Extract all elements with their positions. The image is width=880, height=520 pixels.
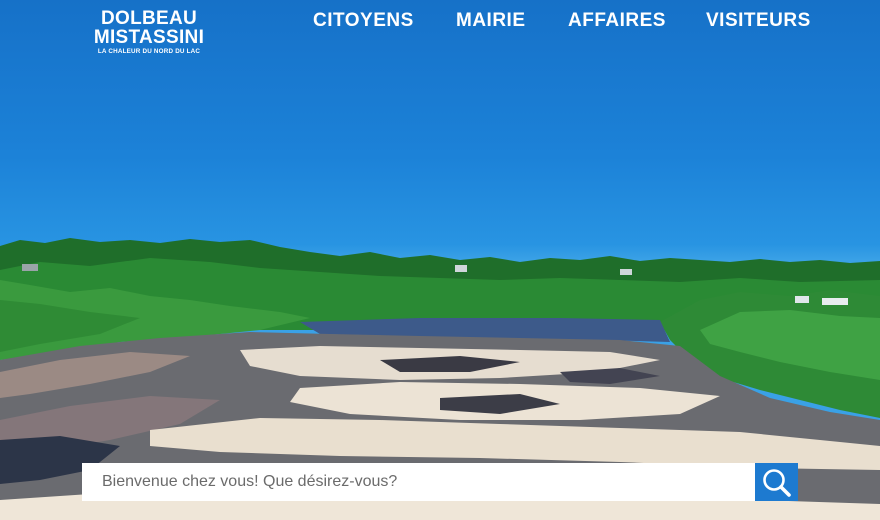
main-navigation: CITOYENS MAIRIE AFFAIRES VISITEURS [0, 10, 880, 34]
nav-item-visiteurs[interactable]: VISITEURS [706, 10, 811, 32]
search-button[interactable] [755, 463, 798, 501]
logo-tagline: LA CHALEUR DU NORD DU LAC [97, 48, 201, 55]
hero-landscape-image [0, 238, 880, 520]
search-icon [763, 469, 791, 497]
search-bar [82, 463, 798, 501]
nav-item-mairie[interactable]: MAIRIE [456, 10, 526, 32]
nav-item-citoyens[interactable]: CITOYENS [313, 10, 414, 32]
nav-item-affaires[interactable]: AFFAIRES [568, 10, 666, 32]
hero-banner: DOLBEAU MISTASSINI LA CHALEUR DU NORD DU… [0, 0, 880, 520]
search-input[interactable] [82, 463, 755, 501]
